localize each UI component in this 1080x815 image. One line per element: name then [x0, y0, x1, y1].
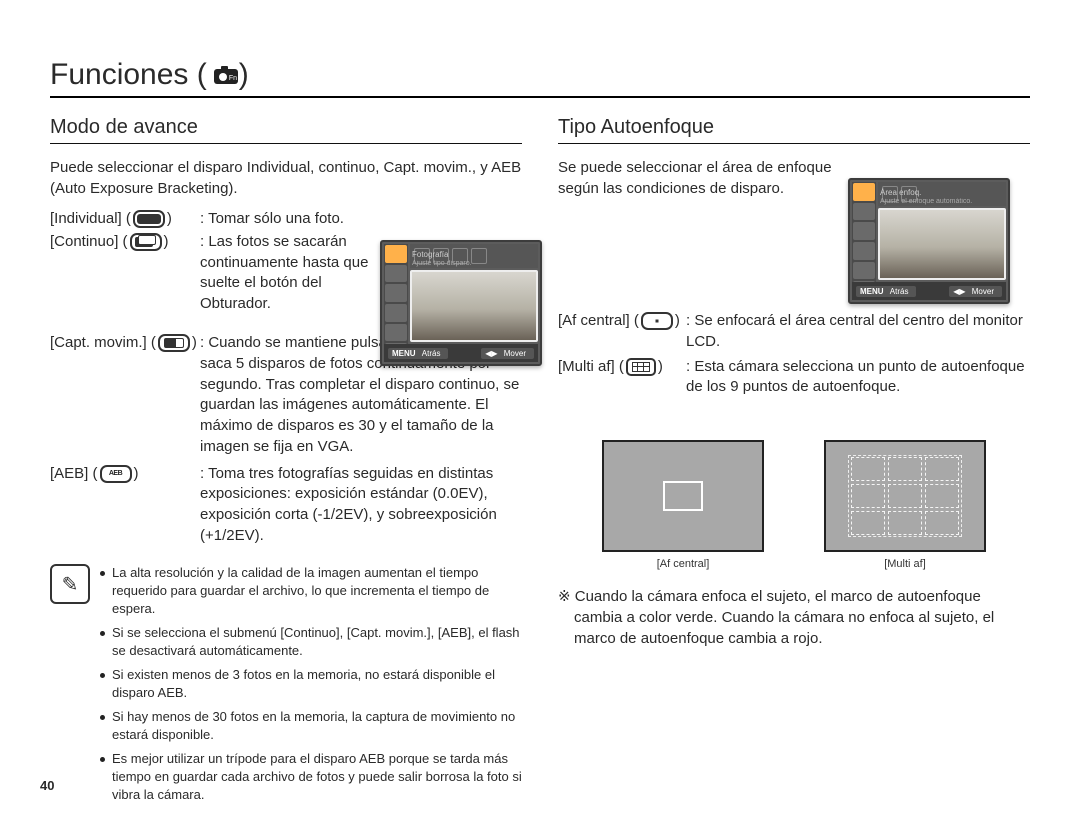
af-fig-center-caption: [Af central] [602, 558, 764, 570]
af-figures: [Af central] [Multi af] [558, 440, 1030, 570]
preview-back-label: Atrás [886, 286, 913, 297]
aeb-icon [100, 465, 132, 483]
label-close: ) [167, 210, 172, 227]
note-item: Si existen menos de 3 fotos en la memori… [100, 666, 522, 702]
page-title-row: Funciones ( Fn ) [50, 58, 1030, 92]
note-item: Si se selecciona el submenú [Continuo], … [100, 624, 522, 660]
notes-box: ✎ La alta resolución y la calidad de la … [50, 564, 522, 809]
desc-af-central: : Se enfocará el área central del centro… [686, 311, 1030, 352]
camera-preview-drive: Fotografía Ajuste tipo disparo. MENU Atr… [380, 240, 542, 366]
preview-move-label: Mover [968, 286, 998, 297]
continuous-icon [130, 233, 162, 251]
af-item-multi: [Multi af] () : Esta cámara selecciona u… [558, 357, 1030, 398]
title-rule [50, 96, 1030, 98]
motion-capture-icon [158, 334, 190, 352]
preview-back-label: Atrás [418, 348, 445, 359]
preview-subtitle: Ajuste tipo disparo. [412, 260, 536, 267]
single-shot-icon [133, 210, 165, 228]
camera-preview-af: Área enfoq. Ajuste el enfoque automático… [848, 178, 1010, 304]
right-heading: Tipo Autoenfoque [558, 116, 1030, 144]
label-close: ) [134, 465, 139, 482]
af-multi-icon [626, 358, 656, 376]
af-fig-center: [Af central] [602, 440, 764, 570]
page-title-close: ) [239, 58, 249, 92]
preview-subtitle: Ajuste el enfoque automático. [880, 198, 1004, 205]
desc-individual: : Tomar sólo una foto. [200, 209, 390, 230]
notes-list: La alta resolución y la calidad de la im… [100, 564, 522, 809]
note-item: La alta resolución y la calidad de la im… [100, 564, 522, 618]
label-close: ) [164, 233, 169, 250]
preview-title: Área enfoq. [880, 188, 1004, 197]
af-fig-multi: [Multi af] [824, 440, 986, 570]
preview-title: Fotografía [412, 250, 536, 259]
camera-fn-icon: Fn [213, 64, 239, 86]
left-intro: Puede seleccionar el disparo Individual,… [50, 158, 522, 199]
af-item-central: [Af central] () : Se enfocará el área ce… [558, 311, 1030, 352]
left-heading: Modo de avance [50, 116, 522, 144]
label-close: ) [675, 312, 680, 329]
note-item: Es mejor utilizar un trípode para el dis… [100, 750, 522, 804]
af-center-diagram [602, 440, 764, 552]
af-fig-multi-caption: [Multi af] [824, 558, 986, 570]
note-pencil-icon: ✎ [50, 564, 90, 604]
left-column: Modo de avance Puede seleccionar el disp… [50, 116, 522, 810]
note-item: Si hay menos de 30 fotos en la memoria, … [100, 708, 522, 744]
af-multi-diagram [824, 440, 986, 552]
label-text: [AEB] ( [50, 465, 98, 482]
drive-item-aeb: [AEB] () : Toma tres fotografías seguida… [50, 464, 522, 547]
label-text: [Af central] ( [558, 312, 639, 329]
desc-af-multi: : Esta cámara selecciona un punto de aut… [686, 357, 1030, 398]
svg-text:Fn: Fn [229, 75, 237, 82]
label-text: [Individual] ( [50, 210, 131, 227]
af-center-icon [641, 312, 673, 330]
label-text: [Multi af] ( [558, 358, 624, 375]
desc-continuo: : Las fotos se sacarán continuamente has… [200, 232, 390, 315]
focus-color-note: ※ Cuando la cámara enfoca el sujeto, el … [558, 586, 1030, 649]
label-close: ) [658, 358, 663, 375]
preview-move-label: Mover [500, 348, 530, 359]
right-intro: Se puede seleccionar el área de enfoque … [558, 158, 848, 199]
drive-item-individual: [Individual] () : Tomar sólo una foto. [50, 209, 522, 230]
label-text: [Continuo] ( [50, 233, 128, 250]
page-number: 40 [40, 778, 54, 793]
page-title: Funciones ( [50, 58, 207, 92]
desc-aeb: : Toma tres fotografías seguidas en dist… [200, 464, 522, 547]
